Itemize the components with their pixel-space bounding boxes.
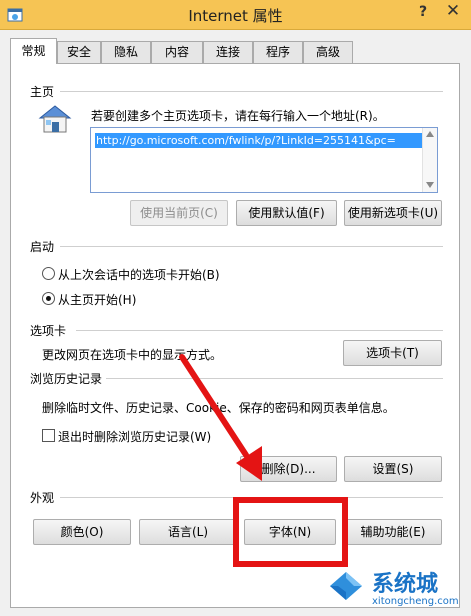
home-group-divider (60, 91, 443, 92)
home-icon (38, 105, 72, 133)
fonts-highlight-box (233, 497, 348, 567)
tab-connections[interactable]: 连接 (203, 41, 253, 63)
tabs-group-divider (76, 330, 443, 331)
colors-button[interactable]: 颜色(O) (33, 519, 131, 545)
title-bar: Internet 属性 ? ✕ (0, 0, 471, 30)
home-group-title: 主页 (30, 85, 55, 99)
startup-group-divider (60, 246, 443, 247)
appearance-group-title: 外观 (30, 491, 55, 505)
tabs-group-title: 选项卡 (30, 324, 67, 338)
tabs-settings-button[interactable]: 选项卡(T) (343, 340, 442, 366)
url-scrollbar[interactable] (422, 128, 437, 192)
use-default-button[interactable]: 使用默认值(F) (236, 200, 337, 226)
close-button[interactable]: ✕ (438, 1, 468, 23)
help-button[interactable]: ? (412, 4, 434, 24)
use-current-button[interactable]: 使用当前页(C) (130, 200, 228, 226)
history-description: 删除临时文件、历史记录、Cookie、保存的密码和网页表单信息。 (42, 401, 395, 415)
languages-button[interactable]: 语言(L) (139, 519, 237, 545)
radio-home-page-label[interactable]: 从主页开始(H) (58, 291, 136, 308)
history-settings-button[interactable]: 设置(S) (344, 456, 442, 482)
history-group-divider (106, 378, 443, 379)
scroll-down-icon[interactable] (426, 182, 434, 188)
tab-privacy[interactable]: 隐私 (101, 41, 151, 63)
tab-content[interactable]: 内容 (151, 41, 203, 63)
tab-security[interactable]: 安全 (57, 41, 101, 63)
radio-last-session-label[interactable]: 从上次会话中的选项卡开始(B) (58, 266, 220, 283)
accessibility-button[interactable]: 辅助功能(E) (344, 519, 442, 545)
window-title: Internet 属性 (188, 7, 283, 25)
watermark-url: xitongcheng.com (372, 596, 459, 607)
startup-group-title: 启动 (30, 240, 55, 254)
watermark-name: 系统城 (372, 572, 439, 597)
home-url-value: http://go.microsoft.com/fwlink/p/?LinkId… (95, 133, 435, 148)
use-new-tab-button[interactable]: 使用新选项卡(U) (344, 200, 442, 226)
tab-general[interactable]: 常规 (10, 38, 57, 64)
delete-on-exit-label[interactable]: 退出时删除浏览历史记录(W) (58, 428, 211, 445)
scroll-up-icon[interactable] (426, 131, 434, 137)
radio-last-session[interactable] (42, 267, 55, 280)
delete-on-exit-checkbox[interactable] (42, 429, 55, 442)
delete-history-button[interactable]: 删除(D)... (240, 456, 337, 482)
tabs-description: 更改网页在选项卡中的显示方式。 (42, 348, 223, 362)
home-instruction: 若要创建多个主页选项卡，请在每行输入一个地址(R)。 (91, 109, 385, 123)
tab-programs[interactable]: 程序 (253, 41, 303, 63)
tab-advanced[interactable]: 高级 (303, 41, 353, 63)
radio-home-page[interactable] (42, 292, 55, 305)
home-url-textarea[interactable]: http://go.microsoft.com/fwlink/p/?LinkId… (90, 127, 438, 193)
history-group-title: 浏览历史记录 (30, 372, 103, 386)
